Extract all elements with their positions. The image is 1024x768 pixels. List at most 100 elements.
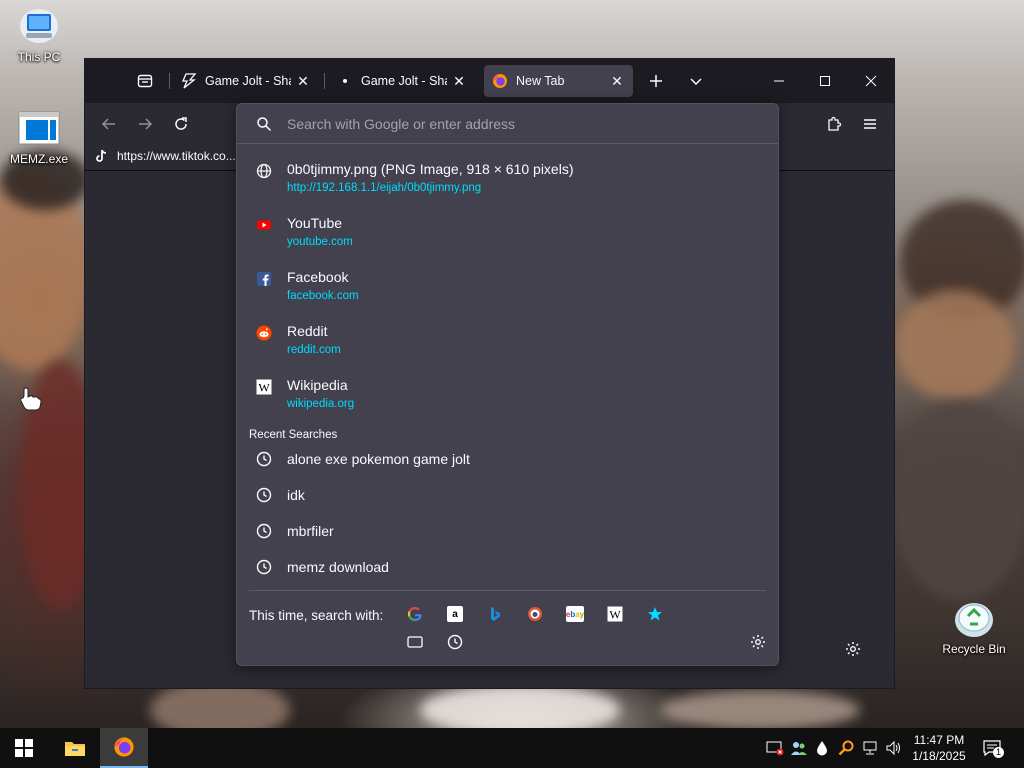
close-window-button[interactable] (848, 59, 894, 103)
history-clock-icon (255, 522, 273, 540)
amazon-icon: a (447, 606, 463, 622)
wikipedia-search-button[interactable]: W (603, 602, 627, 626)
ebay-icon: ebay (566, 606, 584, 622)
water-drop-icon[interactable] (812, 738, 832, 758)
tab-bar: Game Jolt - Share y ✕ Game Jolt - Share … (85, 59, 894, 103)
recent-searches-heading: Recent Searches (249, 429, 338, 441)
address-bar (237, 104, 778, 144)
suggestion-url: http://192.168.1.1/eijah/0b0tjimmy.png (287, 182, 482, 194)
close-icon (865, 75, 877, 87)
minimize-button[interactable] (756, 59, 802, 103)
firefox-icon (114, 737, 134, 757)
desktop-icon-memz[interactable]: MEMZ.exe (1, 108, 77, 166)
list-all-tabs-button[interactable] (684, 69, 708, 93)
volume-icon[interactable] (884, 738, 904, 758)
dot-icon (337, 73, 353, 89)
desktop-icon-this-pc[interactable]: This PC (1, 6, 77, 64)
suggestion-title: Facebook (287, 269, 349, 285)
people-icon[interactable] (789, 738, 809, 758)
suggestion-url: facebook.com (287, 290, 359, 302)
google-icon (407, 607, 422, 622)
hamburger-menu-icon (864, 119, 876, 129)
suggestion-title: 0b0tjimmy.png (PNG Image, 918 × 610 pixe… (287, 161, 574, 177)
action-center-button[interactable]: 1 (978, 736, 1006, 760)
new-tab-settings-button[interactable] (841, 637, 865, 661)
bing-search-button[interactable] (483, 602, 507, 626)
recent-search-text: idk (287, 487, 305, 503)
desktop-icon-label: Recycle Bin (942, 642, 1006, 656)
tabs-icon (407, 636, 423, 648)
system-clock[interactable]: 11:47 PM 1/18/2025 (904, 732, 974, 764)
close-tab-icon[interactable]: ✕ (609, 73, 625, 89)
desktop-icon-recycle-bin[interactable]: Recycle Bin (936, 598, 1012, 656)
one-off-search-label: This time, search with: (249, 608, 384, 623)
notification-count: 1 (992, 747, 1004, 758)
computer-icon (17, 6, 61, 46)
app-menu-button[interactable] (858, 112, 882, 136)
duckduckgo-icon (528, 607, 542, 621)
wikipedia-icon: W (607, 606, 623, 622)
defender-warning-icon[interactable] (765, 738, 785, 758)
recent-search-text: memz download (287, 559, 389, 575)
arrow-left-icon (101, 118, 115, 130)
desktop-icon-label: This PC (17, 50, 61, 64)
firefox-taskbar-button[interactable] (100, 728, 148, 768)
forward-button[interactable] (133, 112, 157, 136)
close-tab-icon[interactable]: ✕ (295, 73, 311, 89)
recent-search-item[interactable]: idk (237, 480, 778, 512)
bing-icon (491, 607, 500, 621)
tab-game-jolt-2[interactable]: Game Jolt - Share y ✕ (329, 65, 475, 97)
reddit-icon (255, 324, 273, 342)
suggestion-url: reddit.com (287, 344, 341, 356)
close-tab-icon[interactable]: ✕ (451, 73, 467, 89)
folder-icon (65, 742, 85, 756)
clock-time: 11:47 PM (913, 733, 965, 747)
back-button[interactable] (97, 112, 121, 136)
new-tab-button[interactable] (644, 69, 668, 93)
magnifier-icon[interactable] (836, 738, 856, 758)
gear-icon (846, 642, 860, 656)
tiktok-icon (95, 149, 109, 163)
url-suggestion[interactable]: YouTube youtube.com (237, 208, 778, 258)
tab-title: Game Jolt - Share y (361, 74, 447, 88)
tab-new-tab[interactable]: New Tab ✕ (484, 65, 633, 97)
address-bar-popup: 0b0tjimmy.png (PNG Image, 918 × 610 pixe… (236, 103, 779, 666)
puzzle-icon (828, 116, 842, 131)
reload-button[interactable] (169, 112, 193, 136)
tabs-search-button[interactable] (403, 630, 427, 654)
tab-title: Game Jolt - Share y (205, 74, 291, 88)
ebay-search-button[interactable]: ebay (563, 602, 587, 626)
url-suggestion[interactable]: 0b0tjimmy.png (PNG Image, 918 × 610 pixe… (237, 154, 778, 204)
search-settings-button[interactable] (746, 630, 770, 654)
wikipedia-icon: W (255, 378, 273, 396)
file-explorer-button[interactable] (51, 728, 99, 768)
network-icon[interactable] (861, 738, 881, 758)
maximize-button[interactable] (802, 59, 848, 103)
plus-icon (650, 75, 662, 87)
url-suggestion[interactable]: Facebook facebook.com (237, 262, 778, 312)
url-suggestion[interactable]: Reddit reddit.com (237, 316, 778, 366)
recent-search-item[interactable]: alone exe pokemon game jolt (237, 444, 778, 476)
amazon-search-button[interactable]: a (443, 602, 467, 626)
app-window-icon (17, 108, 61, 148)
start-button[interactable] (0, 728, 48, 768)
windows-logo-icon (15, 739, 33, 757)
desktop-icon-label: MEMZ.exe (9, 152, 68, 166)
bookmark-tiktok[interactable]: https://www.tiktok.co... (95, 149, 236, 163)
extensions-button[interactable] (822, 112, 846, 136)
suggestion-title: Reddit (287, 323, 328, 339)
recent-search-item[interactable]: mbrfiler (237, 516, 778, 548)
clock-date: 1/18/2025 (912, 749, 966, 763)
url-suggestion[interactable]: W Wikipedia wikipedia.org (237, 370, 778, 420)
history-search-button[interactable] (443, 630, 467, 654)
duckduckgo-search-button[interactable] (523, 602, 547, 626)
recent-search-item[interactable]: memz download (237, 552, 778, 584)
firefox-view-button[interactable] (133, 69, 157, 93)
bookmarks-search-button[interactable] (643, 602, 667, 626)
search-icon (255, 115, 273, 133)
address-input[interactable] (287, 115, 757, 132)
minimize-icon (774, 80, 784, 82)
google-search-button[interactable] (403, 602, 427, 626)
globe-icon (255, 162, 273, 180)
tab-game-jolt-1[interactable]: Game Jolt - Share y ✕ (173, 65, 319, 97)
